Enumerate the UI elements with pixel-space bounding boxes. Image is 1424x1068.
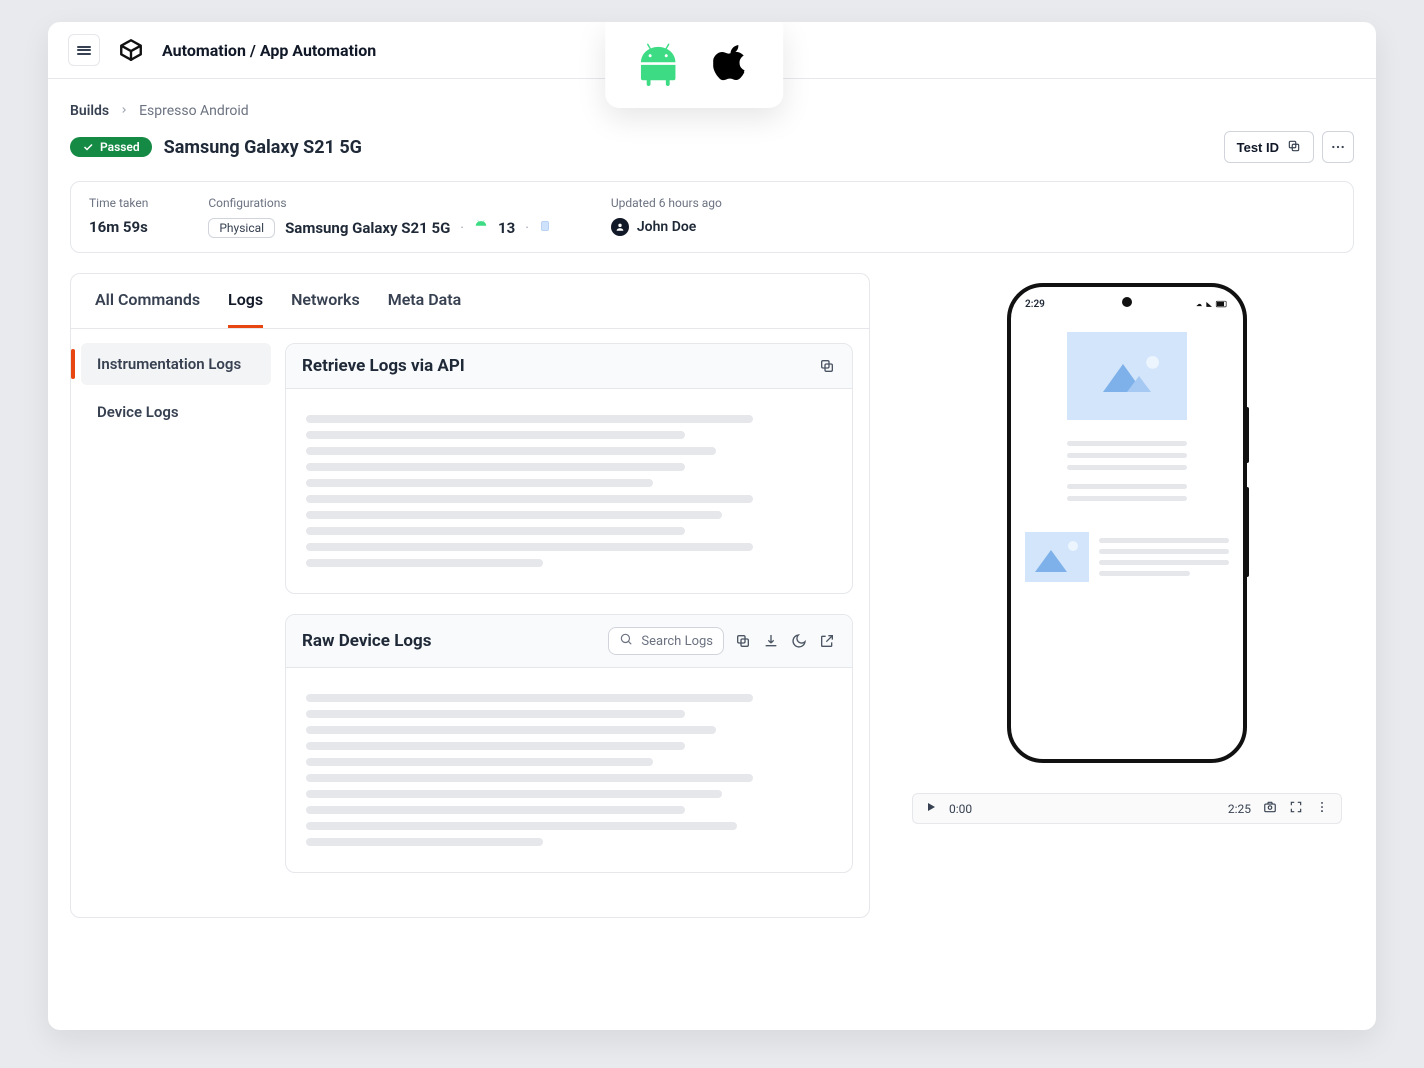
search-icon [619, 632, 633, 650]
config-os-version: 13 [498, 219, 515, 237]
config-device: Samsung Galaxy S21 5G [285, 219, 450, 237]
breadcrumb-root[interactable]: Builds [70, 103, 109, 119]
chevron-right-icon [119, 103, 129, 119]
log-card-api: Retrieve Logs via API [285, 343, 853, 594]
test-id-label: Test ID [1237, 140, 1279, 155]
config-chip: Physical [208, 218, 275, 238]
phone-thumb-placeholder [1025, 532, 1089, 582]
summary-config: Configurations Physical Samsung Galaxy S… [208, 196, 551, 238]
moon-icon[interactable] [790, 632, 808, 650]
device-preview: 2:29 [1007, 283, 1247, 763]
breadcrumb-leaf: Espresso Android [139, 103, 249, 119]
logo-icon [116, 35, 146, 65]
phone-time: 2:29 [1025, 299, 1045, 312]
menu-button[interactable] [68, 34, 100, 66]
status-badge-label: Passed [100, 140, 140, 154]
phone-image-placeholder [1067, 332, 1187, 420]
external-link-icon[interactable] [818, 632, 836, 650]
sidebar-item-instrumentation[interactable]: Instrumentation Logs [81, 343, 271, 385]
page-title: Samsung Galaxy S21 5G [164, 137, 362, 158]
app-small-icon [539, 219, 551, 237]
fullscreen-icon[interactable] [1289, 800, 1303, 817]
phone-list-item [1025, 532, 1229, 582]
device-preview-column: 2:29 [900, 273, 1354, 824]
phone-status-icons [1195, 299, 1229, 312]
android-icon[interactable] [635, 40, 681, 90]
tab-meta-data[interactable]: Meta Data [388, 274, 462, 328]
avatar-icon [611, 218, 629, 236]
tab-networks[interactable]: Networks [291, 274, 360, 328]
log-card-raw-body [286, 668, 852, 872]
apple-icon[interactable] [713, 40, 753, 90]
copy-icon [1287, 139, 1301, 156]
summary-config-label: Configurations [208, 196, 551, 210]
status-badge: Passed [70, 137, 152, 157]
summary-card: Time taken 16m 59s Configurations Physic… [70, 181, 1354, 253]
log-card-api-title: Retrieve Logs via API [302, 356, 465, 376]
platform-selector-card [605, 22, 783, 108]
breadcrumb-header: Automation / App Automation [162, 41, 376, 60]
video-controls[interactable]: 0:00 2:25 [912, 793, 1342, 824]
copy-icon[interactable] [734, 632, 752, 650]
tabs-panel: All Commands Logs Networks Meta Data Ins… [70, 273, 870, 918]
sidebar-item-device-logs[interactable]: Device Logs [81, 391, 271, 433]
video-time-current: 0:00 [949, 802, 972, 816]
app-window: Automation / App Automation Builds Espre… [48, 22, 1376, 1030]
summary-time-label: Time taken [89, 196, 148, 210]
logs-sidebar: Instrumentation Logs Device Logs [71, 329, 281, 917]
summary-time-value: 16m 59s [89, 218, 148, 236]
tab-logs[interactable]: Logs [228, 274, 263, 328]
log-card-api-body [286, 389, 852, 593]
tab-all-commands[interactable]: All Commands [95, 274, 200, 328]
user-name: John Doe [637, 219, 696, 235]
content-area: Builds Espresso Android Passed Samsung G… [48, 79, 1376, 1030]
search-placeholder: Search Logs [641, 634, 713, 649]
play-icon[interactable] [925, 801, 937, 816]
search-logs-input[interactable]: Search Logs [608, 627, 724, 655]
summary-updated-label: Updated 6 hours ago [611, 196, 722, 210]
summary-time: Time taken 16m 59s [89, 196, 148, 236]
more-button[interactable] [1322, 131, 1354, 163]
log-card-raw: Raw Device Logs Search Logs [285, 614, 853, 873]
log-card-raw-title: Raw Device Logs [302, 631, 431, 651]
phone-camera-icon [1122, 297, 1132, 307]
phone-text-placeholder [1025, 434, 1229, 508]
camera-icon[interactable] [1263, 800, 1277, 817]
tabs-row: All Commands Logs Networks Meta Data [71, 274, 869, 329]
copy-icon[interactable] [818, 357, 836, 375]
summary-updated: Updated 6 hours ago John Doe [611, 196, 722, 236]
more-vertical-icon[interactable] [1315, 800, 1329, 817]
logs-area: Retrieve Logs via API [281, 329, 869, 917]
test-id-button[interactable]: Test ID [1224, 131, 1314, 163]
video-time-total: 2:25 [1228, 802, 1251, 816]
title-row: Passed Samsung Galaxy S21 5G Test ID [70, 131, 1354, 163]
download-icon[interactable] [762, 632, 780, 650]
android-small-icon [474, 219, 488, 237]
